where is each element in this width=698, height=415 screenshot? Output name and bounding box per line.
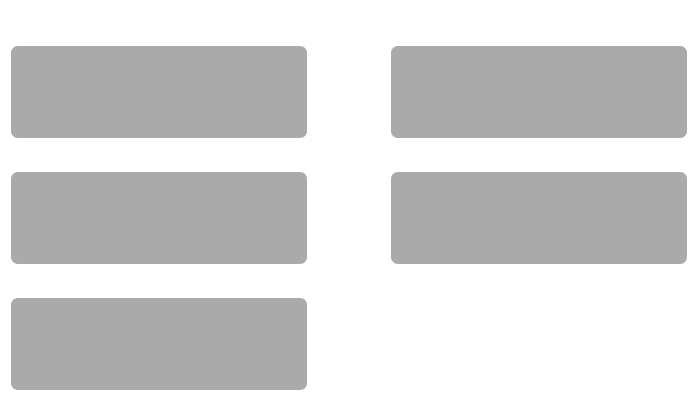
placeholder-card-2[interactable] — [391, 46, 687, 138]
placeholder-card-5[interactable] — [11, 298, 307, 390]
card-grid — [0, 0, 698, 415]
placeholder-card-3[interactable] — [11, 172, 307, 264]
placeholder-card-1[interactable] — [11, 46, 307, 138]
placeholder-card-4[interactable] — [391, 172, 687, 264]
